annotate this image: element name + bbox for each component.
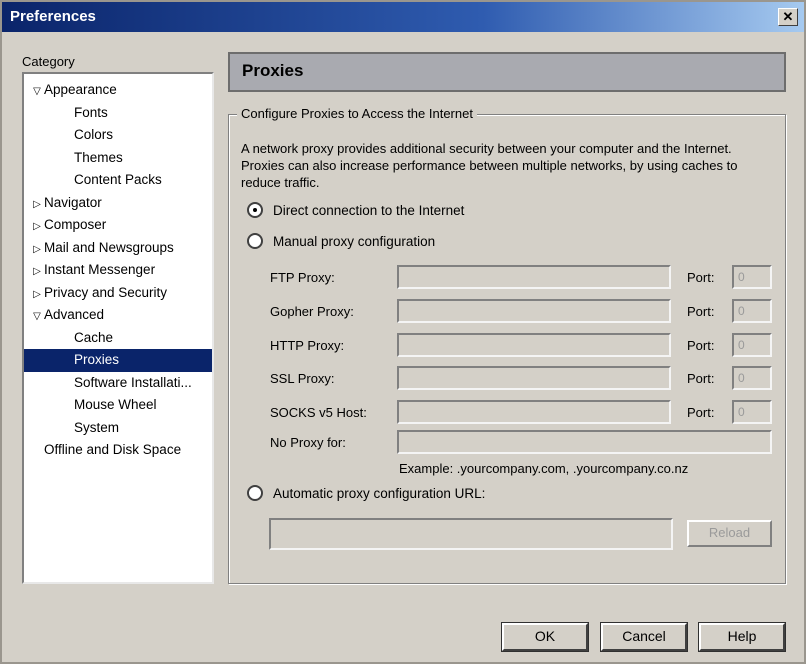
gopher-port-field[interactable]: 0 <box>732 299 772 323</box>
socks-host-field[interactable] <box>397 400 671 424</box>
proxy-description: A network proxy provides additional secu… <box>241 141 738 190</box>
direct-connection-radio[interactable] <box>247 202 263 219</box>
category-item-label: Composer <box>44 217 107 232</box>
category-item-label: System <box>74 419 120 435</box>
socks-port-field[interactable]: 0 <box>732 400 772 424</box>
category-item-offline-and-disk-space[interactable]: Offline and Disk Space <box>24 439 212 462</box>
category-item-composer[interactable]: ▷ Composer <box>24 214 212 237</box>
reload-button[interactable]: Reload <box>687 520 772 547</box>
close-icon: ✕ <box>782 9 794 24</box>
auto-proxy-url-field[interactable] <box>269 518 673 550</box>
ssl-port-label: Port: <box>687 371 715 386</box>
ssl-proxy-label: SSL Proxy: <box>270 371 335 386</box>
category-item-label: Navigator <box>44 194 102 210</box>
manual-proxy-radio[interactable] <box>247 233 263 250</box>
category-item-label: Instant Messenger <box>44 262 156 277</box>
expanded-twisty-icon[interactable]: ▽ <box>30 306 44 329</box>
auto-proxy-option[interactable]: Automatic proxy configuration URL: <box>247 485 486 502</box>
category-item-navigator[interactable]: ▷ Navigator <box>24 192 212 215</box>
category-item-label: Privacy and Security <box>44 284 168 300</box>
category-label: Category <box>22 54 75 69</box>
category-item-label: Offline and Disk Space <box>44 442 182 457</box>
socks-port-label: Port: <box>687 405 715 420</box>
expanded-twisty-icon[interactable]: ▽ <box>30 81 44 104</box>
ok-button[interactable]: OK <box>501 622 589 652</box>
collapsed-twisty-icon[interactable]: ▷ <box>30 261 44 284</box>
category-item-label: Software Installati... <box>74 374 192 390</box>
gopher-port-label: Port: <box>687 304 715 319</box>
category-item-label: Cache <box>74 329 114 345</box>
gopher-proxy-label: Gopher Proxy: <box>270 304 354 319</box>
collapsed-twisty-icon[interactable]: ▷ <box>30 216 44 239</box>
category-item-colors[interactable]: Colors <box>24 124 212 147</box>
category-item-fonts[interactable]: Fonts <box>24 102 212 125</box>
category-item-label: Fonts <box>74 104 108 120</box>
proxy-groupbox: Configure Proxies to Access the Internet… <box>228 106 786 584</box>
http-proxy-label: HTTP Proxy: <box>270 338 345 353</box>
auto-proxy-radio[interactable] <box>247 485 263 502</box>
category-tree[interactable]: ▽ Appearance Fonts Colors Themes Content Pack… <box>22 72 214 584</box>
category-item-label: Content Packs <box>74 172 162 187</box>
category-item-label: Proxies <box>74 352 120 367</box>
category-item-content-packs[interactable]: Content Packs <box>24 169 212 192</box>
category-item-advanced[interactable]: ▽ Advanced <box>24 304 212 327</box>
category-item-label: Mail and Newsgroups <box>44 239 174 255</box>
category-item-mouse-wheel[interactable]: Mouse Wheel <box>24 394 212 417</box>
manual-proxy-label: Manual proxy configuration <box>273 234 436 249</box>
category-item-instant-messenger[interactable]: ▷ Instant Messenger <box>24 259 212 282</box>
http-proxy-field[interactable] <box>397 333 671 357</box>
cancel-button[interactable]: Cancel <box>600 622 688 652</box>
http-port-field[interactable]: 0 <box>732 333 772 357</box>
close-button[interactable]: ✕ <box>778 8 798 26</box>
no-proxy-field[interactable] <box>397 430 772 454</box>
ftp-port-field[interactable]: 0 <box>732 265 772 289</box>
category-item-label: Mouse Wheel <box>74 397 157 412</box>
title-bar: Preferences ✕ <box>2 2 804 32</box>
gopher-proxy-field[interactable] <box>397 299 671 323</box>
panel-title: Proxies <box>228 52 786 92</box>
socks-host-label: SOCKS v5 Host: <box>270 405 367 420</box>
ssl-proxy-field[interactable] <box>397 366 671 390</box>
group-title: Configure Proxies to Access the Internet <box>237 106 477 121</box>
collapsed-twisty-icon[interactable]: ▷ <box>30 239 44 262</box>
window-title: Preferences <box>10 8 96 25</box>
manual-proxy-option[interactable]: Manual proxy configuration <box>247 233 436 250</box>
auto-proxy-label: Automatic proxy configuration URL: <box>273 486 486 501</box>
category-item-system[interactable]: System <box>24 417 212 440</box>
category-item-software-installati[interactable]: Software Installati... <box>24 372 212 395</box>
direct-connection-label: Direct connection to the Internet <box>273 203 465 218</box>
category-item-label: Advanced <box>44 307 105 322</box>
ftp-port-label: Port: <box>687 270 715 285</box>
category-item-cache[interactable]: Cache <box>24 327 212 350</box>
http-port-label: Port: <box>687 338 715 353</box>
collapsed-twisty-icon[interactable]: ▷ <box>30 194 44 217</box>
no-proxy-label: No Proxy for: <box>270 435 346 450</box>
help-button[interactable]: Help <box>698 622 786 652</box>
category-item-label: Themes <box>74 149 123 165</box>
ftp-proxy-field[interactable] <box>397 265 671 289</box>
ssl-port-field[interactable]: 0 <box>732 366 772 390</box>
direct-connection-option[interactable]: Direct connection to the Internet <box>247 202 465 219</box>
ftp-proxy-label: FTP Proxy: <box>270 270 335 285</box>
preferences-dialog: Preferences ✕ Category ▽ Appearance Fonts C… <box>0 0 806 664</box>
category-item-label: Colors <box>74 127 114 142</box>
no-proxy-example: Example: .yourcompany.com, .yourcompany.… <box>399 461 689 476</box>
category-item-label: Appearance <box>44 82 117 97</box>
category-item-privacy-and-security[interactable]: ▷ Privacy and Security <box>24 282 212 305</box>
category-item-mail-and-newsgroups[interactable]: ▷ Mail and Newsgroups <box>24 237 212 260</box>
category-item-themes[interactable]: Themes <box>24 147 212 170</box>
collapsed-twisty-icon[interactable]: ▷ <box>30 284 44 307</box>
category-item-proxies[interactable]: Proxies <box>24 349 212 372</box>
category-item-appearance[interactable]: ▽ Appearance <box>24 79 212 102</box>
